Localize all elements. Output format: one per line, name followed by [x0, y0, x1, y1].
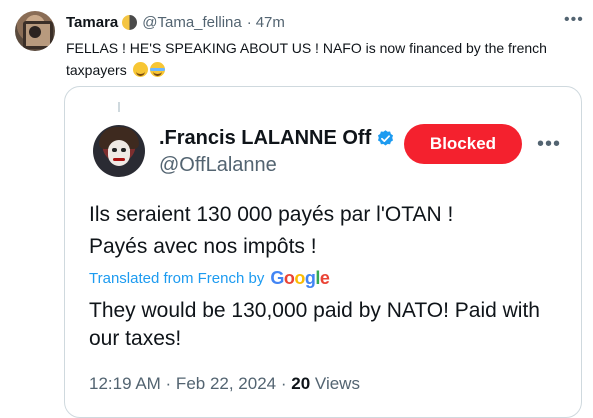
- separator-dot: ·: [246, 13, 252, 31]
- quoted-text-english: They would be 130,000 paid by NATO! Paid…: [89, 299, 540, 350]
- quoted-author-handle[interactable]: @OffLalanne: [159, 154, 277, 177]
- tweet-meta: 12:19 AM · Feb 22, 2024 · 20 Views: [89, 374, 360, 394]
- quoted-text-french: Ils seraient 130 000 payés par l'OTAN ! …: [89, 199, 569, 263]
- quoted-tweet-card[interactable]: .Francis LALANNE Off @OffLalanne Blocked…: [64, 86, 582, 418]
- google-letter: G: [270, 268, 284, 288]
- avatar-mouth: [113, 158, 125, 161]
- views-label: Views: [314, 374, 360, 393]
- tears-of-joy-emoji-icon: [149, 62, 165, 77]
- avatar-cat: [29, 26, 41, 38]
- views-count: 20: [291, 374, 311, 393]
- blocked-button[interactable]: Blocked: [404, 124, 522, 164]
- french-line-1: Ils seraient 130 000 payés par l'OTAN !: [89, 203, 454, 226]
- quoted-avatar[interactable]: [93, 125, 145, 177]
- translated-label: Translated from French by: [89, 270, 265, 287]
- card-top-mark: [118, 102, 120, 112]
- google-letter: g: [304, 268, 316, 288]
- tweet-timestamp[interactable]: 12:19 AM · Feb 22, 2024 ·: [89, 374, 287, 393]
- quoted-author-row: .Francis LALANNE Off: [159, 127, 395, 150]
- outer-avatar[interactable]: [15, 11, 55, 51]
- quoted-author-name[interactable]: .Francis LALANNE Off: [159, 127, 371, 150]
- outer-author-handle[interactable]: @Tama_fellina: [142, 14, 241, 31]
- outer-author-name[interactable]: Tamara: [66, 14, 118, 31]
- pleading-face-emoji-icon: [132, 62, 148, 77]
- moon-badge-icon: [122, 14, 138, 30]
- avatar-face: [108, 140, 130, 166]
- french-line-2: Payés avec nos impôts !: [89, 235, 317, 258]
- verified-badge-icon: [378, 130, 394, 146]
- avatar-eye: [121, 148, 126, 152]
- quoted-more-icon[interactable]: •••: [537, 133, 561, 156]
- google-letter: o: [294, 268, 305, 288]
- outer-tweet-time[interactable]: 47m: [256, 14, 285, 31]
- google-letter: e: [319, 268, 330, 288]
- google-letter: o: [283, 268, 295, 288]
- google-logo-icon: Google: [270, 268, 330, 289]
- avatar-eye: [112, 148, 117, 152]
- outer-tweet-header: Tamara @Tama_fellina · 47m: [66, 12, 285, 32]
- outer-more-icon[interactable]: •••: [564, 11, 584, 29]
- outer-tweet-text: FELLAS ! HE'S SPEAKING ABOUT US ! NAFO i…: [66, 37, 581, 81]
- translation-attribution[interactable]: Translated from French by Google: [89, 268, 330, 289]
